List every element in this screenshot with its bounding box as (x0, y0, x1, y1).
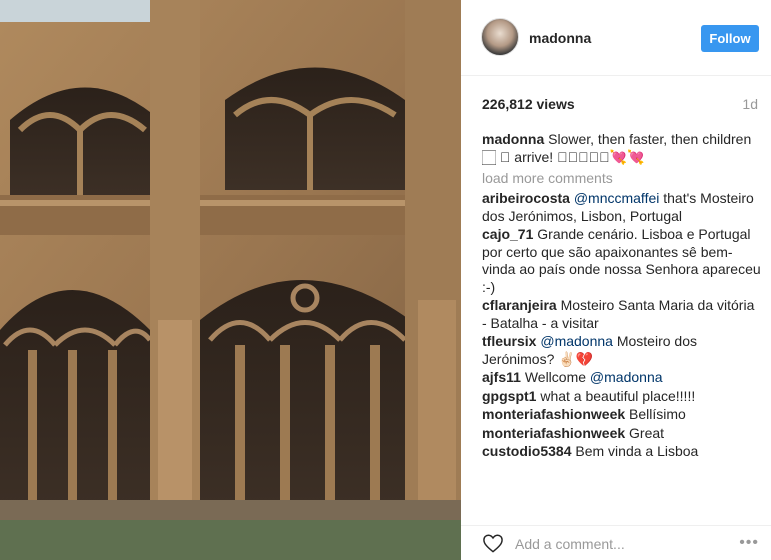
comment-item: monteriafashionweek Great (482, 425, 762, 443)
comment-mention[interactable]: @madonna (590, 369, 663, 385)
comment-username[interactable]: ajfs11 (482, 369, 521, 385)
comment-text: Great (629, 424, 665, 441)
comment-bar: Add a comment... ••• (461, 525, 771, 560)
comment-username[interactable]: cflaranjeira (482, 297, 557, 313)
comment-username[interactable]: tfleursix (482, 333, 536, 349)
caption: madonna Slower, then faster, then childr… (482, 131, 762, 166)
comment-item: cflaranjeira Mosteiro Santa Maria da vit… (482, 297, 762, 332)
comment-username[interactable]: gpgspt1 (482, 388, 536, 404)
comment-item: aribeirocosta @mnccmaffei that's Mosteir… (482, 190, 762, 225)
comment-text: what a beautiful place!!!!! (540, 387, 696, 404)
comment-mention[interactable]: @mnccmaffei (574, 190, 660, 206)
comment-item: gpgspt1 what a beautiful place!!!!! (482, 388, 762, 406)
comment-text: Bellísimo (629, 406, 686, 422)
comment-text: Wellcome (524, 369, 590, 385)
avatar[interactable] (481, 18, 519, 56)
view-count[interactable]: 226,812 views (482, 96, 575, 112)
comment-username[interactable]: monteriafashionweek (482, 406, 625, 422)
comment-username[interactable]: aribeirocosta (482, 190, 570, 206)
post-stats: 226,812 views 1d (461, 76, 771, 122)
comment-username[interactable]: monteriafashionweek (482, 425, 625, 441)
comment-username[interactable]: custodio5384 (482, 443, 571, 459)
comment-item: cajo_71 Grande cenário. Lisboa e Portuga… (482, 226, 762, 296)
comment-item: ajfs11 Wellcome @madonna (482, 369, 762, 387)
post-age[interactable]: 1d (742, 96, 758, 112)
cloister-image (0, 0, 461, 560)
heart-icon[interactable] (482, 533, 504, 553)
comment-list: madonna Slower, then faster, then childr… (482, 131, 762, 462)
post-header: madonna Follow (461, 0, 771, 76)
comment-item: custodio5384 Bem vinda a Lisboa (482, 443, 762, 461)
caption-username[interactable]: madonna (482, 131, 544, 147)
comment-mention[interactable]: @madonna (540, 333, 613, 349)
follow-button[interactable]: Follow (701, 25, 759, 52)
comment-item: monteriafashionweek Bellísimo (482, 406, 762, 424)
post-media[interactable] (0, 0, 461, 560)
post-author-username[interactable]: madonna (529, 30, 591, 46)
comment-item: tfleursix @madonna Mosteiro dos Jerónimo… (482, 333, 762, 368)
comment-text: Bem vinda a Lisboa (575, 443, 699, 459)
add-comment-input[interactable]: Add a comment... (515, 536, 625, 552)
comment-username[interactable]: cajo_71 (482, 226, 533, 242)
post-sidebar: madonna Follow 226,812 views 1d madonna … (461, 0, 771, 560)
load-more-comments-link[interactable]: load more comments (482, 168, 762, 188)
more-options-icon[interactable]: ••• (739, 534, 759, 552)
